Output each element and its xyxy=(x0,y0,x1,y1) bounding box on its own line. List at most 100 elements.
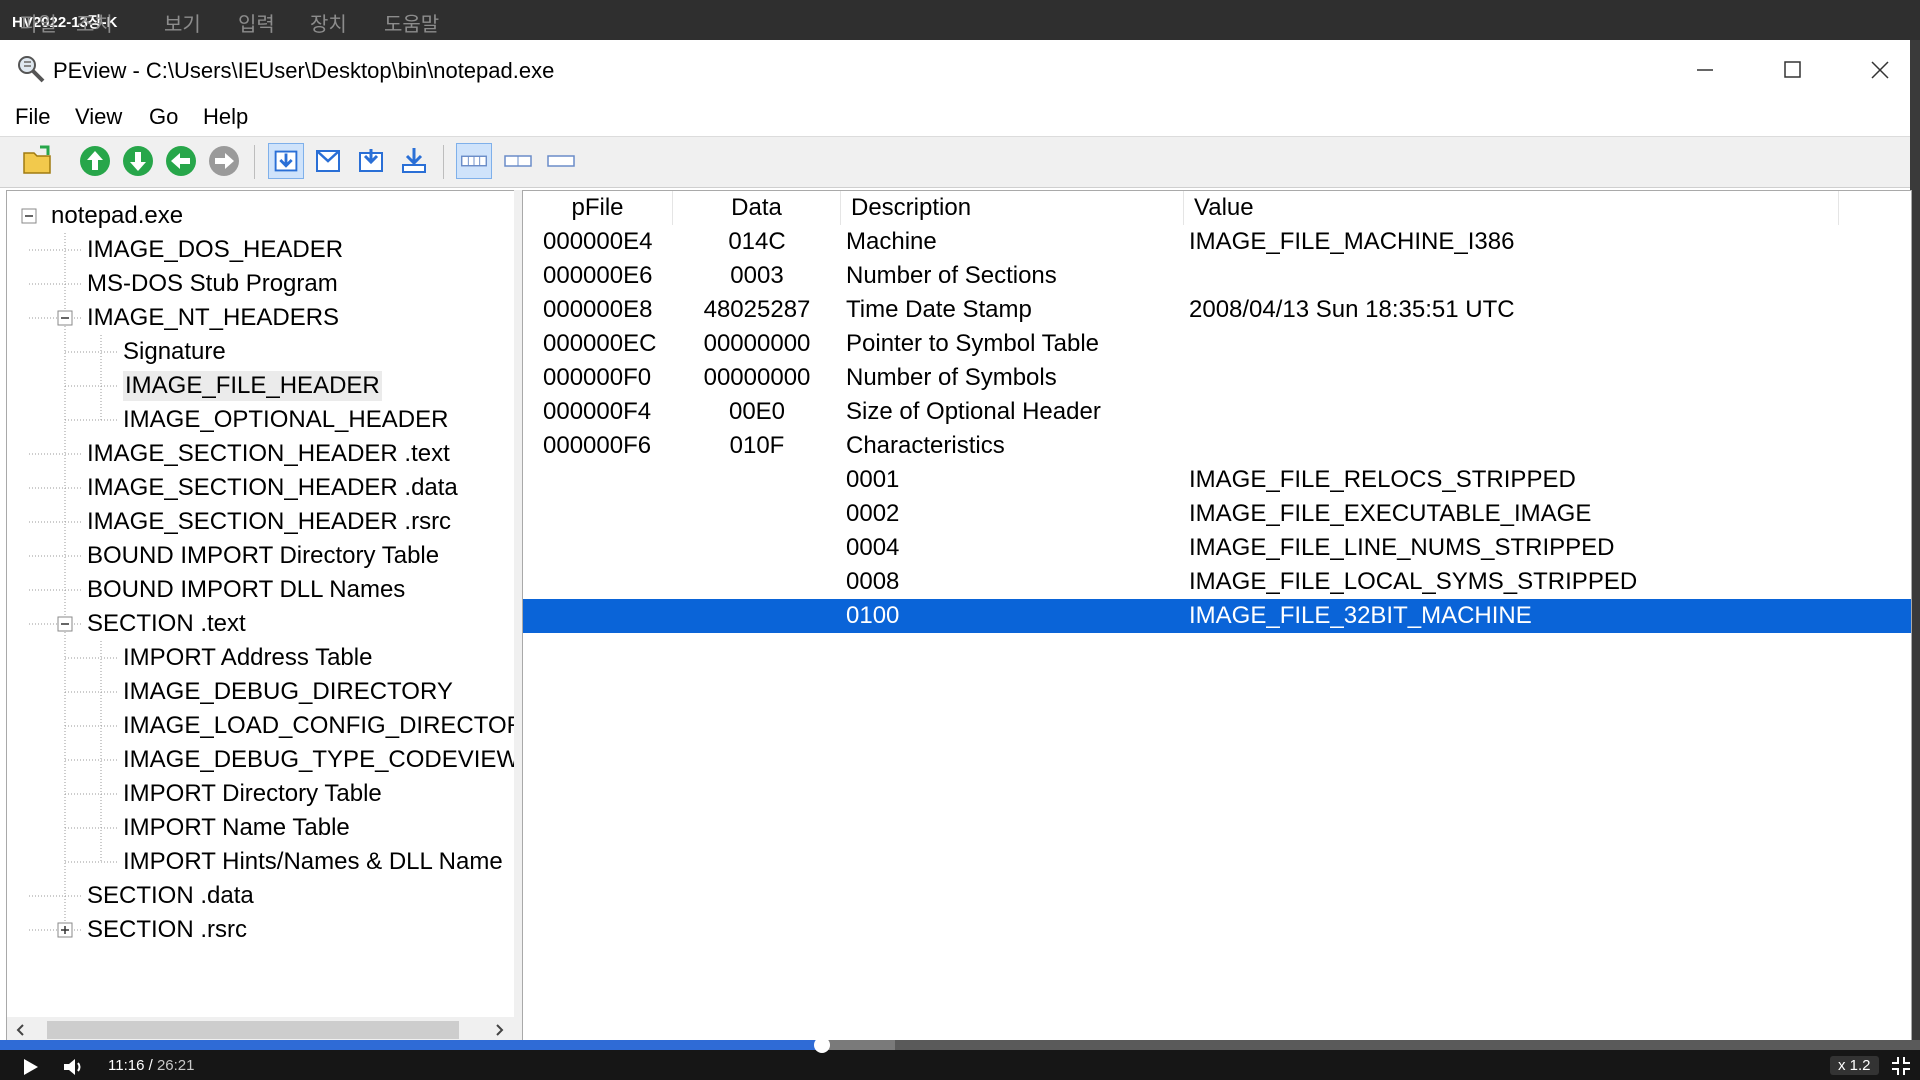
scrollbar-thumb[interactable] xyxy=(47,1021,459,1039)
cell-value: 2008/04/13 Sun 18:35:51 UTC xyxy=(1189,296,1515,323)
video-player-bar: 11:16 / 26:21 x 1.2 xyxy=(0,1037,1920,1080)
table-row[interactable]: 0004 IMAGE_FILE_LINE_NUMS_STRIPPED xyxy=(523,531,1911,565)
open-file-icon[interactable] xyxy=(20,143,56,179)
table-row[interactable]: 0100 IMAGE_FILE_32BIT_MACHINE xyxy=(523,599,1911,633)
tree-item[interactable]: IMPORT Address Table xyxy=(123,643,372,673)
close-icon[interactable] xyxy=(1850,50,1910,90)
view-dword-icon[interactable] xyxy=(353,143,389,179)
exit-fullscreen-icon[interactable] xyxy=(1890,1055,1912,1077)
minimize-icon[interactable] xyxy=(1675,50,1735,90)
view-hex-icon[interactable] xyxy=(456,143,492,179)
column-header-value[interactable]: Value xyxy=(1184,191,1839,225)
play-icon[interactable] xyxy=(20,1058,40,1076)
vm-menu-view[interactable]: 보기 xyxy=(164,8,201,37)
tree-item[interactable]: SECTION .rsrc xyxy=(87,915,247,945)
vm-menu-help[interactable]: 도움말 xyxy=(384,8,439,37)
cell-pfile: 000000F4 xyxy=(543,398,652,425)
cell-value: IMAGE_FILE_LOCAL_SYMS_STRIPPED xyxy=(1189,568,1638,595)
window-title: PEview - C:\Users\IEUser\Desktop\bin\not… xyxy=(53,58,555,83)
total-time: 26:21 xyxy=(156,1057,195,1074)
view-address-icon[interactable] xyxy=(396,143,432,179)
vm-menu-device[interactable]: 장치 xyxy=(310,8,347,37)
tree-item[interactable]: MS-DOS Stub Program xyxy=(87,269,338,299)
title-bar: PEview - C:\Users\IEUser\Desktop\bin\not… xyxy=(0,40,1910,98)
menu-go[interactable]: Go xyxy=(149,104,178,130)
scroll-left-icon[interactable] xyxy=(13,1022,29,1038)
table-row[interactable]: 0002 IMAGE_FILE_EXECUTABLE_IMAGE xyxy=(523,497,1911,531)
tree-item[interactable]: IMAGE_LOAD_CONFIG_DIRECTOR xyxy=(123,711,514,741)
column-header-data[interactable]: Data xyxy=(673,191,841,225)
table-row[interactable]: 000000E8 48025287 Time Date Stamp 2008/04/1… xyxy=(523,293,1911,327)
tree-item[interactable]: BOUND IMPORT DLL Names xyxy=(87,575,405,605)
magnifier-app-icon xyxy=(18,56,45,83)
cell-description: 0008 xyxy=(846,568,900,595)
cell-description: Number of Sections xyxy=(846,262,1057,289)
vm-title-bar: HV2022-13장-K 파일 조치 보기 입력 장치 도움말 xyxy=(0,0,1920,40)
tree-item[interactable]: IMPORT Hints/Names & DLL Name xyxy=(123,847,503,877)
cell-data xyxy=(673,599,841,633)
cell-description: 0004 xyxy=(846,534,900,561)
forward-arrow-icon[interactable] xyxy=(206,143,242,179)
table-row[interactable]: 000000F6 010F Characteristics xyxy=(523,429,1911,463)
column-header-description[interactable]: Description xyxy=(841,191,1184,225)
back-arrow-icon[interactable] xyxy=(163,143,199,179)
tree-item[interactable]: IMAGE_DEBUG_DIRECTORY xyxy=(123,677,453,707)
cell-value: IMAGE_FILE_32BIT_MACHINE xyxy=(1189,602,1532,629)
cell-data: 00E0 xyxy=(728,398,786,425)
scroll-right-icon[interactable] xyxy=(491,1022,507,1038)
tree-view[interactable]: notepad.exe IMAGE_DOS_HEADER MS-DOS Stub P… xyxy=(6,190,515,1044)
view-word-icon[interactable] xyxy=(310,143,346,179)
toolbar xyxy=(0,136,1910,188)
up-arrow-icon[interactable] xyxy=(77,143,113,179)
tree-item[interactable]: IMAGE_OPTIONAL_HEADER xyxy=(123,405,448,435)
tree-item[interactable]: SECTION .data xyxy=(87,881,254,911)
maximize-icon[interactable] xyxy=(1762,50,1822,90)
table-row[interactable]: 000000E4 014C Machine IMAGE_FILE_MACHINE_I3… xyxy=(523,225,1911,259)
tree-item[interactable]: IMAGE_SECTION_HEADER .data xyxy=(87,473,458,503)
tree-item[interactable]: IMAGE_FILE_HEADER xyxy=(123,371,382,401)
tree-item[interactable]: Signature xyxy=(123,337,226,367)
menu-file[interactable]: File xyxy=(15,104,50,130)
tree-item[interactable]: IMAGE_DOS_HEADER xyxy=(87,235,343,265)
tree-item[interactable]: IMAGE_SECTION_HEADER .text xyxy=(87,439,450,469)
cell-pfile: 000000E6 xyxy=(543,262,653,289)
time-display: 11:16 / 26:21 xyxy=(108,1057,195,1074)
column-header-row: pFile Data Description Value xyxy=(523,191,1911,225)
view-unicode-icon[interactable] xyxy=(543,143,579,179)
cell-pfile: 000000F6 xyxy=(543,432,652,459)
table-row[interactable]: 000000F0 00000000 Number of Symbols xyxy=(523,361,1911,395)
cell-data: 014C xyxy=(728,228,786,255)
progress-knob[interactable] xyxy=(813,1037,830,1053)
table-row[interactable]: 000000F4 00E0 Size of Optional Header xyxy=(523,395,1911,429)
tree-item[interactable]: IMAGE_SECTION_HEADER .rsrc xyxy=(87,507,451,537)
view-byte-icon[interactable] xyxy=(268,143,304,179)
splitter[interactable] xyxy=(514,190,522,1042)
toolbar-separator xyxy=(443,145,444,179)
tree-item[interactable]: BOUND IMPORT Directory Table xyxy=(87,541,439,571)
progress-track[interactable] xyxy=(0,1037,1920,1053)
tree-item[interactable]: IMAGE_DEBUG_TYPE_CODEVIEW xyxy=(123,745,514,775)
volume-icon[interactable] xyxy=(62,1057,86,1077)
view-ansi-icon[interactable] xyxy=(500,143,536,179)
toolbar-separator xyxy=(254,145,255,179)
table-row[interactable]: 000000E6 0003 Number of Sections xyxy=(523,259,1911,293)
menu-help[interactable]: Help xyxy=(203,104,248,130)
vm-menu-action[interactable]: 조치 xyxy=(76,8,113,37)
tree-item[interactable]: IMPORT Name Table xyxy=(123,813,350,843)
table-row[interactable]: 0001 IMAGE_FILE_RELOCS_STRIPPED xyxy=(523,463,1911,497)
column-header-pfile[interactable]: pFile xyxy=(523,191,673,225)
vm-menu-file[interactable]: 파일 xyxy=(20,8,57,37)
table-row[interactable]: 0008 IMAGE_FILE_LOCAL_SYMS_STRIPPED xyxy=(523,565,1911,599)
cell-pfile: 000000EC xyxy=(543,330,657,357)
tree-item[interactable]: IMPORT Directory Table xyxy=(123,779,382,809)
tree-item[interactable]: IMAGE_NT_HEADERS xyxy=(87,303,339,333)
playback-speed[interactable]: x 1.2 xyxy=(1830,1056,1879,1075)
tree-item[interactable]: SECTION .text xyxy=(87,609,246,639)
down-arrow-icon[interactable] xyxy=(120,143,156,179)
cell-data: 00000000 xyxy=(703,330,811,357)
table-row[interactable]: 000000EC 00000000 Pointer to Symbol Table xyxy=(523,327,1911,361)
cell-data: 0003 xyxy=(730,262,784,289)
tree-item[interactable]: notepad.exe xyxy=(51,201,183,231)
menu-view[interactable]: View xyxy=(75,104,122,130)
vm-menu-input[interactable]: 입력 xyxy=(238,8,275,37)
